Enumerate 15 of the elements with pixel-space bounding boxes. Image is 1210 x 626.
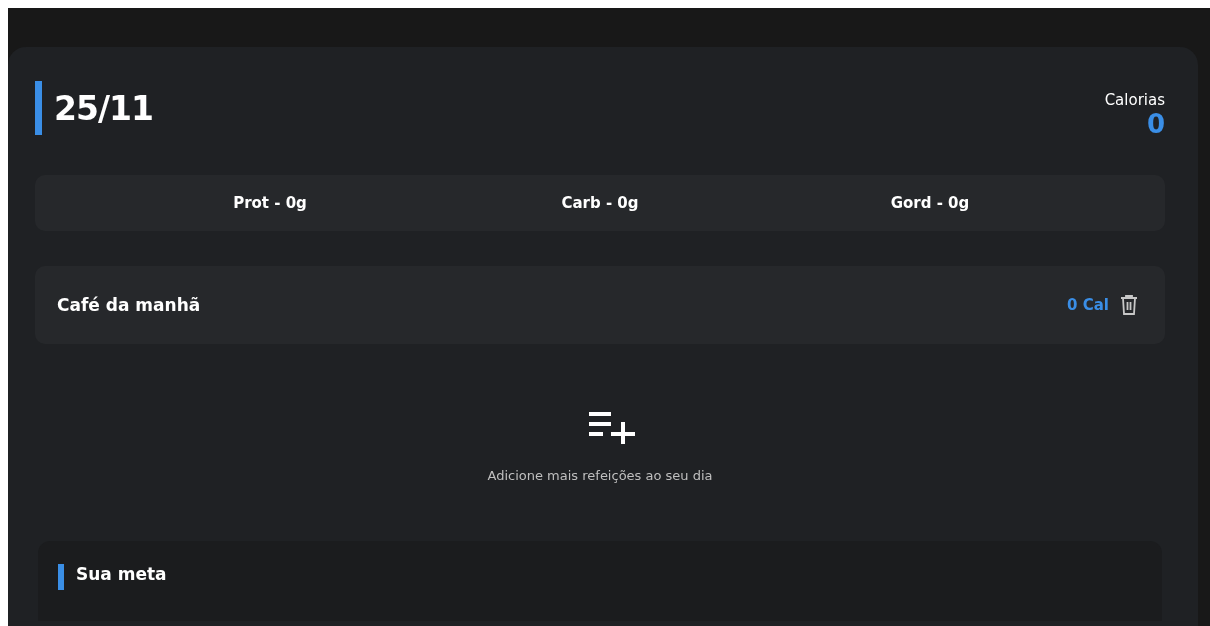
accent-bar bbox=[58, 564, 64, 590]
trash-icon[interactable] bbox=[1119, 294, 1139, 316]
date-title: 25/11 bbox=[54, 88, 153, 128]
meal-calories: 0 Cal bbox=[1067, 296, 1109, 314]
add-meal-hint: Adicione mais refeições ao seu dia bbox=[487, 468, 713, 483]
add-list-icon[interactable] bbox=[589, 410, 635, 444]
calories-label: Calorias bbox=[1104, 91, 1165, 109]
goal-title: Sua meta bbox=[76, 564, 167, 584]
macro-label: Carb - 0g bbox=[561, 194, 639, 212]
calories-value: 0 bbox=[1146, 109, 1165, 139]
accent-bar bbox=[35, 81, 42, 135]
macro-label: Prot - 0g bbox=[233, 194, 307, 212]
meal-row[interactable]: Café da manhã 0 Cal bbox=[35, 266, 1165, 344]
macro-label: Gord - 0g bbox=[890, 194, 970, 212]
meal-name: Café da manhã bbox=[57, 295, 201, 315]
